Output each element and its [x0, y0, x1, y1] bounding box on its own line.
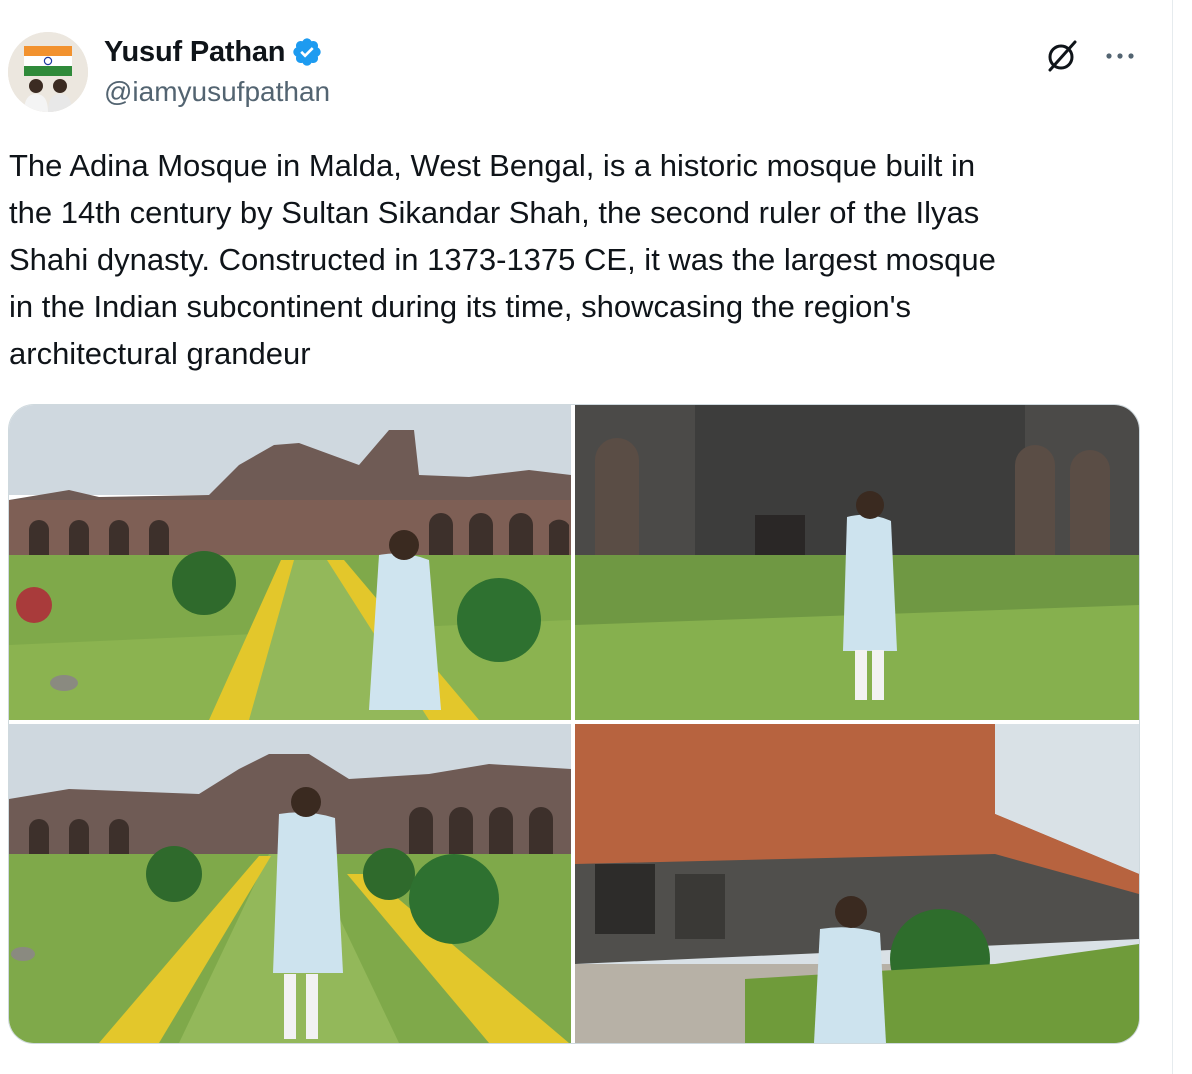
- more-dots-icon[interactable]: [1100, 36, 1140, 76]
- user-handle[interactable]: @iamyusufpathan: [104, 76, 330, 108]
- grok-icon[interactable]: [1042, 36, 1082, 76]
- column-divider: [1172, 0, 1173, 1074]
- display-name[interactable]: Yusuf Pathan: [104, 36, 286, 69]
- photo-4[interactable]: [575, 724, 1139, 1043]
- photo-3[interactable]: [9, 724, 571, 1043]
- media-grid: [8, 404, 1140, 1044]
- photo-1[interactable]: [9, 405, 571, 720]
- tweet-text: The Adina Mosque in Malda, West Bengal, …: [9, 148, 996, 371]
- user-name-row[interactable]: Yusuf Pathan: [104, 34, 323, 70]
- avatar[interactable]: [8, 32, 88, 112]
- verified-badge-icon: [293, 38, 321, 66]
- profile-photo-icon: [8, 32, 88, 112]
- photo-2[interactable]: [575, 405, 1139, 720]
